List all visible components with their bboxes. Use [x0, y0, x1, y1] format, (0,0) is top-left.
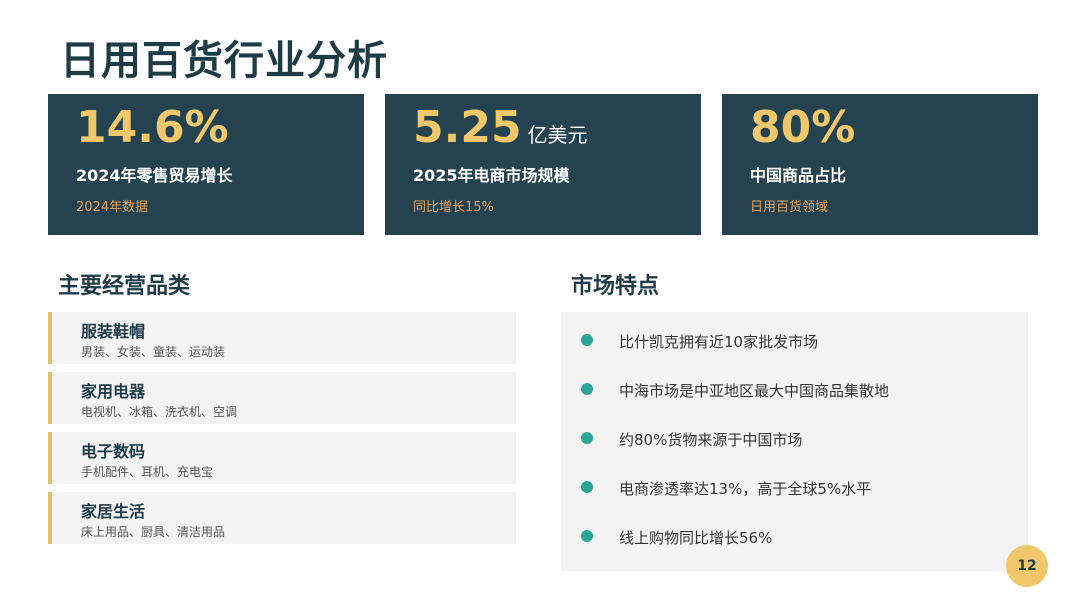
- category-list: 服装鞋帽 男装、女装、童装、运动装 家用电器 电视机、冰箱、洗衣机、空调 电子数…: [48, 312, 516, 552]
- category-name: 家居生活: [81, 502, 146, 521]
- stat-sub: 日用百货领域: [750, 200, 829, 215]
- feature-text: 线上购物同比增长56%: [619, 529, 773, 547]
- category-item: 家居生活 床上用品、厨具、清洁用品: [48, 492, 516, 544]
- category-item: 家用电器 电视机、冰箱、洗衣机、空调: [48, 372, 516, 424]
- category-item: 服装鞋帽 男装、女装、童装、运动装: [48, 312, 516, 364]
- stat-label: 2024年零售贸易增长: [76, 166, 233, 185]
- stat-sub: 同比增长15%: [413, 200, 494, 215]
- stat-label: 2025年电商市场规模: [413, 166, 570, 185]
- stat-value: 80%: [750, 102, 856, 153]
- bullet-dot-icon: [581, 334, 593, 346]
- stat-card-ecommerce-size: 5.25 亿美元 2025年电商市场规模 同比增长15%: [385, 94, 701, 235]
- category-desc: 床上用品、厨具、清洁用品: [81, 525, 226, 539]
- page-number-badge: 12: [1006, 545, 1048, 587]
- category-desc: 男装、女装、童装、运动装: [81, 345, 226, 359]
- bullet-dot-icon: [581, 383, 593, 395]
- feature-text: 约80%货物来源于中国市场: [619, 431, 803, 449]
- features-heading: 市场特点: [571, 274, 660, 299]
- feature-text: 电商渗透率达13%，高于全球5%水平: [619, 480, 872, 498]
- bullet-dot-icon: [581, 432, 593, 444]
- category-name: 电子数码: [81, 442, 146, 461]
- category-name: 服装鞋帽: [81, 322, 146, 341]
- stat-card-retail-growth: 14.6% 2024年零售贸易增长 2024年数据: [48, 94, 364, 235]
- stat-card-china-share: 80% 中国商品占比 日用百货领域: [722, 94, 1038, 235]
- stat-unit: 亿美元: [527, 123, 588, 147]
- categories-heading: 主要经营品类: [58, 274, 191, 299]
- category-desc: 手机配件、耳机、充电宝: [81, 465, 214, 479]
- category-item: 电子数码 手机配件、耳机、充电宝: [48, 432, 516, 484]
- feature-text: 中海市场是中亚地区最大中国商品集散地: [619, 382, 890, 400]
- stat-sub: 2024年数据: [76, 200, 149, 215]
- bullet-dot-icon: [581, 530, 593, 542]
- stat-label: 中国商品占比: [750, 166, 847, 185]
- feature-text: 比什凯克拥有近10家批发市场: [619, 333, 819, 351]
- category-name: 家用电器: [81, 382, 146, 401]
- category-desc: 电视机、冰箱、洗衣机、空调: [81, 405, 238, 419]
- page-title: 日用百货行业分析: [60, 38, 388, 84]
- bullet-dot-icon: [581, 481, 593, 493]
- stat-value: 14.6%: [76, 102, 229, 153]
- features-panel: 比什凯克拥有近10家批发市场 中海市场是中亚地区最大中国商品集散地 约80%货物…: [561, 312, 1028, 571]
- stat-value: 5.25: [413, 102, 522, 153]
